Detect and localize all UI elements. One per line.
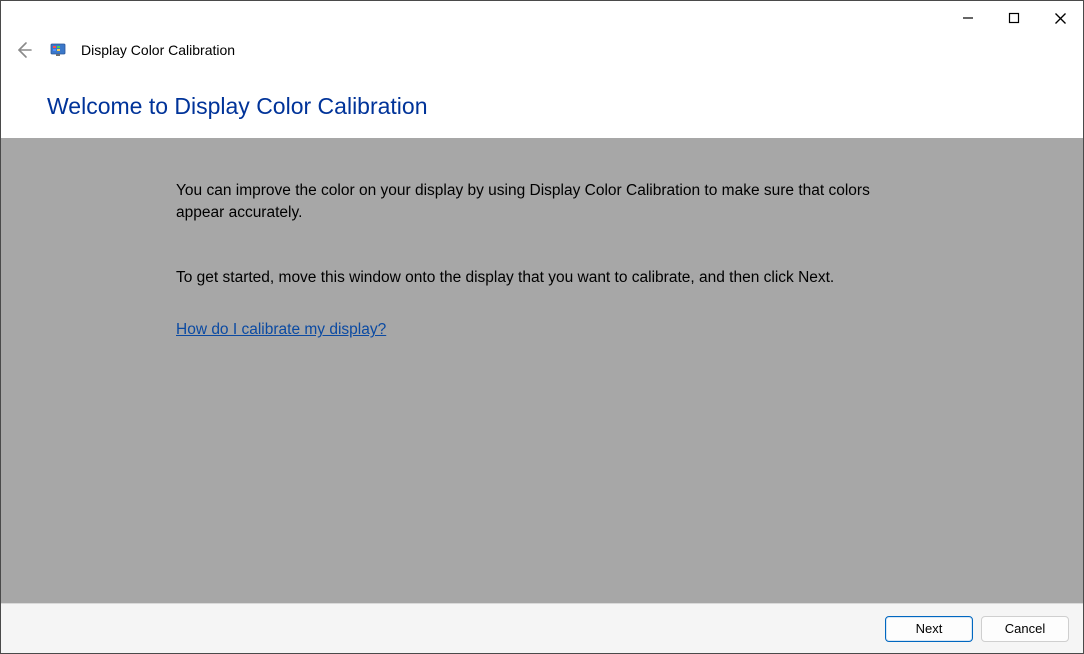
footer: Next Cancel bbox=[1, 603, 1083, 653]
content-panel: You can improve the color on your displa… bbox=[1, 138, 1083, 603]
help-link[interactable]: How do I calibrate my display? bbox=[176, 321, 386, 339]
next-button[interactable]: Next bbox=[885, 616, 973, 642]
maximize-button[interactable] bbox=[991, 5, 1037, 31]
close-icon bbox=[1054, 12, 1067, 25]
app-title: Display Color Calibration bbox=[81, 42, 235, 58]
maximize-icon bbox=[1008, 12, 1020, 24]
back-button[interactable] bbox=[13, 39, 35, 61]
minimize-button[interactable] bbox=[945, 5, 991, 31]
display-calibration-icon bbox=[50, 42, 66, 58]
back-arrow-icon bbox=[14, 40, 34, 60]
intro-paragraph-1: You can improve the color on your displa… bbox=[176, 180, 896, 225]
heading-area: Welcome to Display Color Calibration bbox=[1, 75, 1083, 138]
header-row: Display Color Calibration bbox=[1, 31, 1083, 75]
cancel-button[interactable]: Cancel bbox=[981, 616, 1069, 642]
intro-paragraph-2: To get started, move this window onto th… bbox=[176, 267, 896, 289]
page-heading: Welcome to Display Color Calibration bbox=[47, 93, 1083, 120]
app-icon bbox=[49, 41, 67, 59]
titlebar bbox=[1, 1, 1083, 31]
close-button[interactable] bbox=[1037, 5, 1083, 31]
minimize-icon bbox=[962, 12, 974, 24]
